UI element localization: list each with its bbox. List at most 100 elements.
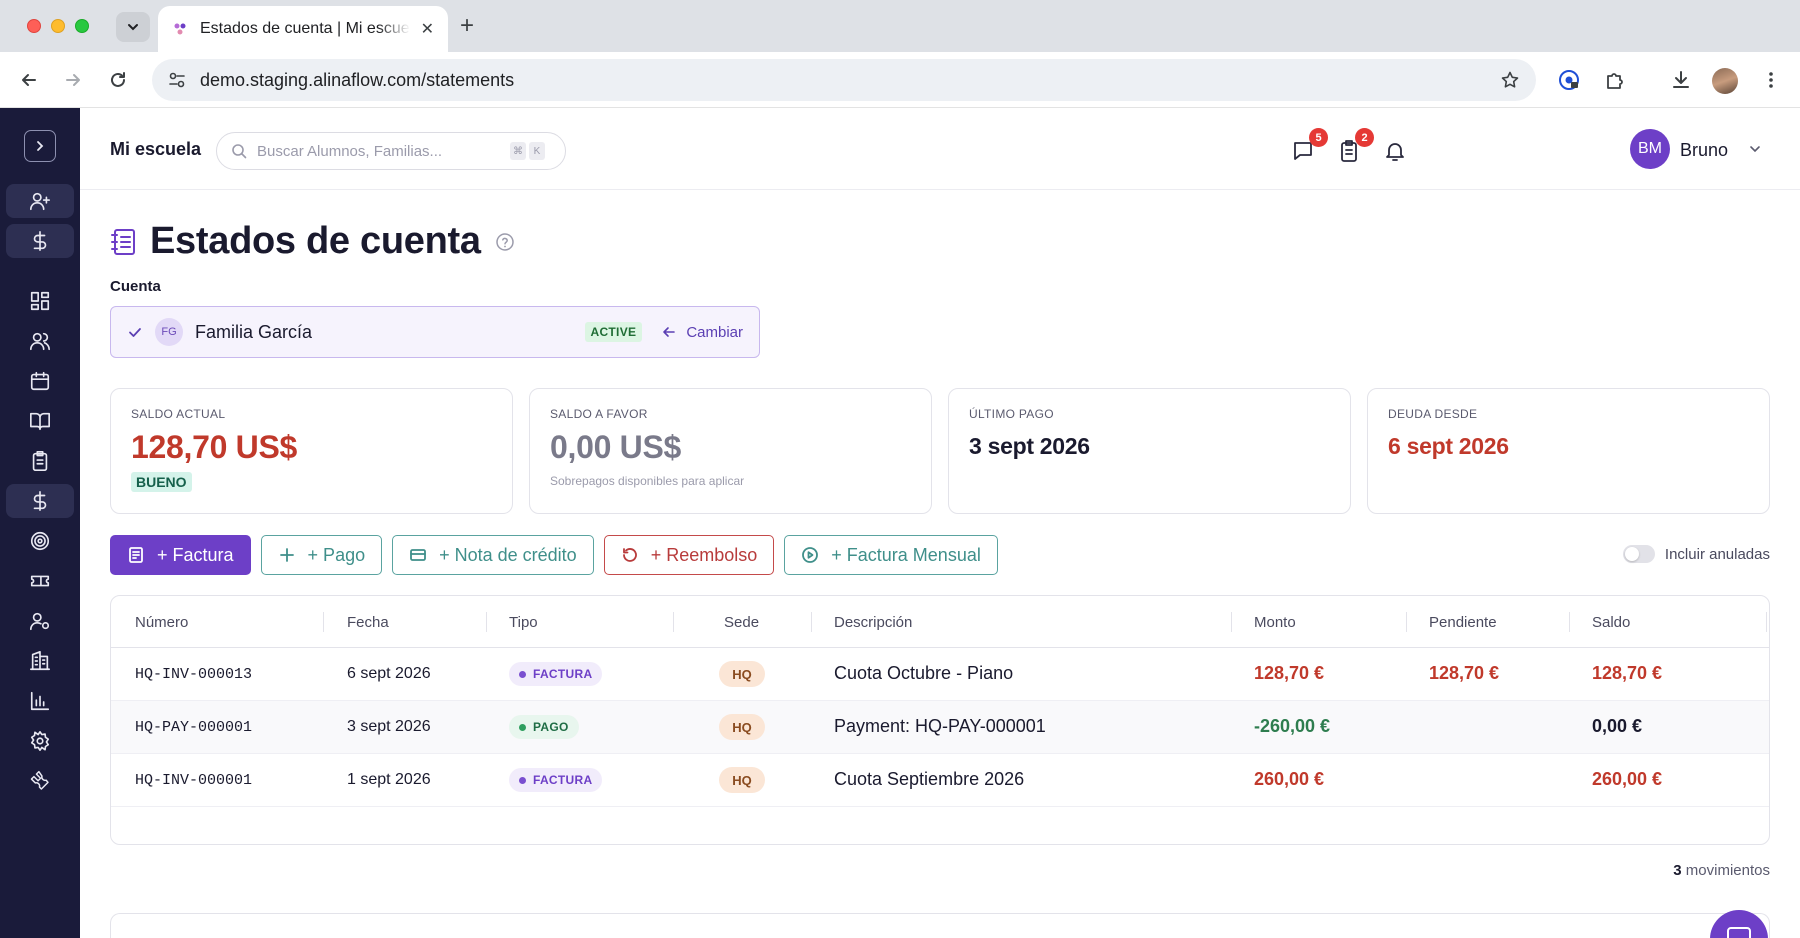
downloads-button[interactable]: [1667, 66, 1695, 94]
bookmark-star-icon[interactable]: [1500, 70, 1520, 90]
sidebar-item-goals[interactable]: [6, 524, 74, 558]
stat-value: 0,00 US$: [550, 429, 682, 465]
sidebar-expand-button[interactable]: [24, 130, 56, 162]
column-header-fecha[interactable]: Fecha: [347, 614, 389, 631]
window-maximize-button[interactable]: [75, 19, 89, 33]
browser-menu-button[interactable]: [1757, 66, 1785, 94]
window-close-button[interactable]: [27, 19, 41, 33]
sidebar-item-families[interactable]: [6, 324, 74, 358]
messages-button[interactable]: 5: [1290, 128, 1328, 164]
stat-label: SALDO A FAVOR: [550, 407, 648, 421]
sidebar-item-calendar[interactable]: [6, 364, 74, 398]
tab-close-icon[interactable]: ✕: [421, 19, 434, 39]
user-avatar[interactable]: BM: [1630, 129, 1670, 169]
column-header-descripcion[interactable]: Descripción: [834, 614, 912, 631]
location-badge: HQ: [719, 767, 765, 793]
column-divider: [1231, 612, 1232, 632]
clipboard-icon: [32, 451, 48, 471]
search-input[interactable]: [257, 142, 507, 160]
new-tab-button[interactable]: +: [460, 12, 474, 40]
cell-monto: 260,00 €: [1254, 769, 1325, 789]
table-row[interactable]: HQ-PAY-000001 3 sept 2026 PAGO HQ Paymen…: [111, 701, 1769, 754]
cell-numero: HQ-INV-000001: [135, 772, 253, 789]
chevron-down-icon[interactable]: [1748, 142, 1762, 156]
column-header-numero[interactable]: Número: [135, 614, 188, 631]
sidebar-item-dashboard[interactable]: [6, 284, 74, 318]
check-icon: [129, 328, 141, 337]
help-circle-icon[interactable]: [495, 232, 515, 252]
sidebar-item-staff[interactable]: [6, 604, 74, 638]
account-selector[interactable]: FG Familia García ACTIVE Cambiar: [110, 306, 760, 358]
column-header-sede[interactable]: Sede: [724, 614, 759, 631]
chevron-down-icon: [128, 24, 138, 31]
add-credit-note-button[interactable]: + Nota de crédito: [392, 535, 594, 575]
cell-descripcion: Payment: HQ-PAY-000001: [834, 716, 1046, 736]
stat-label: DEUDA DESDE: [1388, 407, 1478, 421]
column-header-monto[interactable]: Monto: [1254, 614, 1296, 631]
add-payment-button[interactable]: + Pago: [260, 535, 383, 575]
site-settings-icon[interactable]: [168, 71, 186, 89]
ticket-icon: [30, 575, 50, 587]
column-header-pendiente[interactable]: Pendiente: [1429, 614, 1497, 631]
cell-saldo: 128,70 €: [1592, 663, 1663, 683]
sidebar-item-settings[interactable]: [6, 724, 74, 758]
browser-tab-active[interactable]: Estados de cuenta | Mi escuela ✕: [158, 6, 448, 52]
back-button[interactable]: [15, 66, 43, 94]
stat-value: 128,70 US$: [131, 429, 298, 465]
tab-search-button[interactable]: [116, 12, 150, 42]
column-header-saldo[interactable]: Saldo: [1592, 614, 1630, 631]
global-search[interactable]: ⌘ K: [216, 132, 566, 170]
sidebar-item-tools[interactable]: [6, 764, 74, 798]
reload-button[interactable]: [104, 66, 132, 94]
type-badge-label: PAGO: [533, 720, 569, 734]
column-divider: [486, 612, 487, 632]
sidebar-item-courses[interactable]: [6, 404, 74, 438]
sidebar-item-locations[interactable]: [6, 644, 74, 678]
book-open-icon: [30, 412, 50, 431]
notifications-button[interactable]: [1382, 138, 1408, 164]
stat-value: 3 sept 2026: [969, 433, 1090, 459]
browser-profile-avatar[interactable]: [1712, 68, 1738, 94]
column-header-tipo[interactable]: Tipo: [509, 614, 538, 631]
sidebar-item-quick-payment[interactable]: [6, 224, 74, 258]
extensions-button[interactable]: [1601, 66, 1629, 94]
add-invoice-button[interactable]: + Factura: [110, 535, 251, 575]
gear-icon: [30, 731, 50, 751]
user-name[interactable]: Bruno: [1680, 140, 1728, 161]
cell-numero: HQ-INV-000013: [135, 666, 253, 683]
address-bar[interactable]: demo.staging.alinaflow.com/statements: [152, 59, 1536, 101]
window-minimize-button[interactable]: [51, 19, 65, 33]
include-voided-toggle[interactable]: [1622, 545, 1655, 563]
column-divider: [323, 612, 324, 632]
table-row[interactable]: HQ-INV-000013 6 sept 2026 FACTURA HQ Cuo…: [111, 648, 1769, 701]
cell-descripcion: Cuota Septiembre 2026: [834, 769, 1025, 789]
sidebar-item-billing[interactable]: [6, 484, 74, 518]
account-name: Familia García: [195, 321, 313, 342]
table-row[interactable]: HQ-INV-000001 1 sept 2026 FACTURA HQ Cuo…: [111, 754, 1769, 807]
stat-note: Sobrepagos disponibles para aplicar: [550, 474, 745, 488]
sidebar-item-events[interactable]: [6, 564, 74, 598]
sidebar-item-attendance[interactable]: [6, 444, 74, 478]
change-account-button[interactable]: Cambiar: [662, 324, 743, 341]
add-monthly-invoice-button[interactable]: + Factura Mensual: [784, 535, 998, 575]
sidebar-item-reports[interactable]: [6, 684, 74, 718]
column-divider: [673, 612, 674, 632]
location-badge: HQ: [719, 714, 765, 740]
forward-button[interactable]: [59, 66, 87, 94]
arrow-right-icon: [66, 74, 80, 86]
dollar-icon: [33, 231, 47, 251]
password-manager-extension[interactable]: [1555, 66, 1583, 94]
cell-monto: -260,00 €: [1254, 716, 1331, 736]
type-badge-pago: PAGO: [509, 715, 579, 739]
stat-value: 6 sept 2026: [1388, 433, 1509, 459]
arrow-left-icon: [663, 327, 676, 337]
cell-monto: 128,70 €: [1254, 663, 1325, 683]
tasks-button[interactable]: 2: [1336, 128, 1374, 164]
school-name[interactable]: Mi escuela: [110, 139, 201, 160]
tasks-badge: 2: [1355, 128, 1374, 147]
sidebar-item-add-student[interactable]: [6, 184, 74, 218]
include-voided-toggle-wrap: Incluir anuladas: [1622, 545, 1770, 563]
bell-icon: [1386, 143, 1404, 161]
add-refund-button[interactable]: + Reembolso: [603, 535, 775, 575]
cell-fecha: 3 sept 2026: [347, 718, 431, 735]
